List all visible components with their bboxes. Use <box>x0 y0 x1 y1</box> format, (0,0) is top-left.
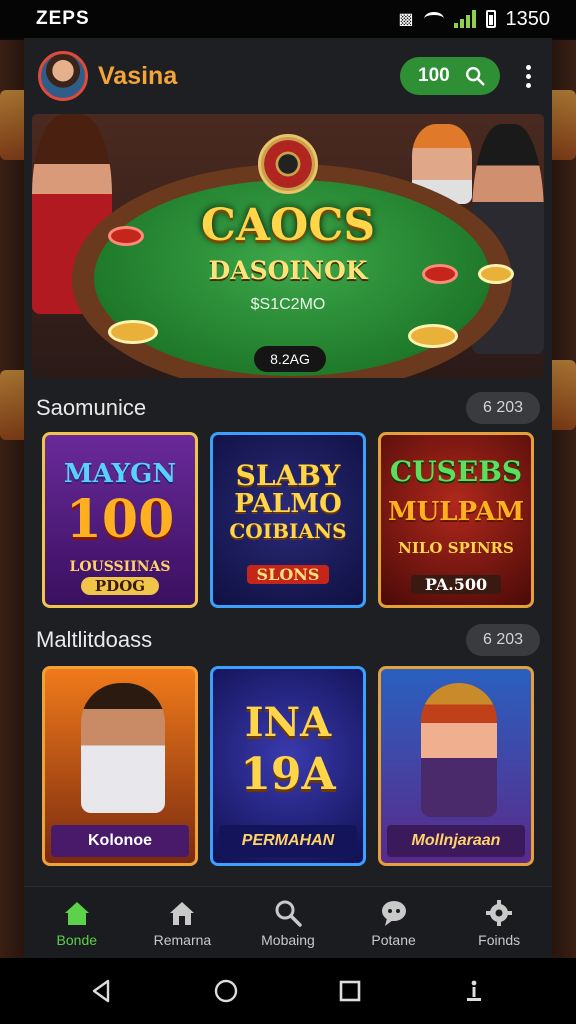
game-caption: PERMAHAN <box>219 825 357 857</box>
notification-icon: ▩ <box>398 11 414 28</box>
section-title: Saomunice <box>36 395 147 420</box>
game-title: MAYGN <box>63 459 177 489</box>
chip-icon <box>408 324 458 348</box>
section-count-button[interactable]: 6 203 <box>466 624 540 656</box>
nav-label: Bonde <box>56 931 98 948</box>
gear-icon <box>486 899 513 926</box>
chat-icon <box>381 900 406 926</box>
game-subtitle: LOUSSIINAS <box>69 559 171 575</box>
promo-banner[interactable]: CAOCS DASOINOK $S1C2MO 8.2AG <box>32 114 544 378</box>
game-subtitle: COIBIANS <box>229 519 347 543</box>
character-illustration <box>81 683 165 813</box>
recents-icon[interactable] <box>337 978 363 1004</box>
game-title-line2: PALMO <box>234 489 342 519</box>
nav-label: Mobaing <box>261 931 315 948</box>
nav-item-potane[interactable]: Potane <box>344 898 444 948</box>
nav-item-remarna[interactable]: Remarna <box>132 898 232 948</box>
character-illustration <box>421 683 497 817</box>
game-card[interactable]: INA 19A PERMAHAN <box>210 666 366 866</box>
nav-item-mobaing[interactable]: Mobaing <box>238 898 338 948</box>
search-icon <box>275 900 302 927</box>
banner-badge: 8.2AG <box>254 346 326 372</box>
accessibility-icon[interactable] <box>461 978 487 1004</box>
section-header: Saomunice 6 203 <box>36 388 540 428</box>
game-caption: PDOG <box>81 577 159 595</box>
game-card[interactable]: MAYGN 100 LOUSSIINAS PDOG <box>42 432 198 608</box>
game-value: 100 <box>65 489 175 550</box>
signal-icon <box>453 10 476 28</box>
section-count-button[interactable]: 6 203 <box>466 392 540 424</box>
game-row: Kolonoe INA 19A PERMAHAN Mollnjaraan <box>42 666 534 866</box>
app-title: Vasina <box>98 61 178 90</box>
nav-label: Remarna <box>153 931 212 948</box>
game-value: 19A <box>240 749 336 800</box>
nav-item-home[interactable]: Bonde <box>27 898 127 948</box>
game-title: CUSEBS <box>389 455 523 488</box>
chip-icon <box>108 320 158 344</box>
nav-label: Potane <box>371 931 416 948</box>
screen: ZEPS ▩ 1350 Vasina 100 CAOCS DASOINOK $S… <box>0 0 576 1024</box>
status-bar: ZEPS ▩ 1350 <box>0 0 576 38</box>
game-title-line2: MULPAM <box>387 497 525 527</box>
game-caption: Kolonoe <box>51 825 189 857</box>
more-menu-icon[interactable] <box>516 64 540 88</box>
nav-label: Foinds <box>478 931 521 948</box>
game-caption: Mollnjaraan <box>387 825 525 857</box>
clock: 1350 <box>505 7 551 30</box>
game-card[interactable]: SLABY PALMO COIBIANS SLONS <box>210 432 366 608</box>
home-icon <box>64 901 89 925</box>
game-subtitle: NILO SPINRS <box>398 539 514 557</box>
game-title: SLABY <box>235 459 341 492</box>
balance-search-button[interactable]: 100 <box>400 57 500 95</box>
game-card[interactable]: CUSEBS MULPAM NILO SPINRS PA.500 <box>378 432 534 608</box>
wifi-icon <box>423 12 444 26</box>
avatar[interactable] <box>38 51 88 101</box>
game-card[interactable]: Kolonoe <box>42 666 198 866</box>
game-title: INA <box>244 699 332 746</box>
section-header: Maltlitdoass 6 203 <box>36 620 540 660</box>
balance-value: 100 <box>418 65 450 86</box>
battery-icon <box>485 10 496 28</box>
carrier-label: ZEPS <box>36 8 90 29</box>
app-header: Vasina 100 <box>24 38 552 114</box>
home-circle-icon[interactable] <box>213 978 239 1004</box>
house-icon <box>170 901 195 925</box>
system-navigation-bar <box>0 958 576 1024</box>
bottom-navigation: Bonde Remarna Mobaing Potane Foinds <box>24 886 552 958</box>
app-window: Vasina 100 CAOCS DASOINOK $S1C2MO 8.2AG <box>24 38 552 958</box>
section-title: Maltlitdoass <box>36 627 153 652</box>
banner-amount: $S1C2MO <box>250 296 326 313</box>
banner-subtitle: DASOINOK <box>208 256 368 285</box>
back-icon[interactable] <box>89 978 115 1004</box>
game-row: MAYGN 100 LOUSSIINAS PDOG SLABY PALMO CO… <box>42 432 534 608</box>
roulette-icon <box>258 134 318 194</box>
nav-item-foinds[interactable]: Foinds <box>449 898 549 948</box>
banner-title: CAOCS <box>200 200 376 251</box>
game-card[interactable]: Mollnjaraan <box>378 666 534 866</box>
search-icon <box>466 67 485 86</box>
game-caption: PA.500 <box>411 575 501 594</box>
game-caption: SLONS <box>247 565 329 584</box>
